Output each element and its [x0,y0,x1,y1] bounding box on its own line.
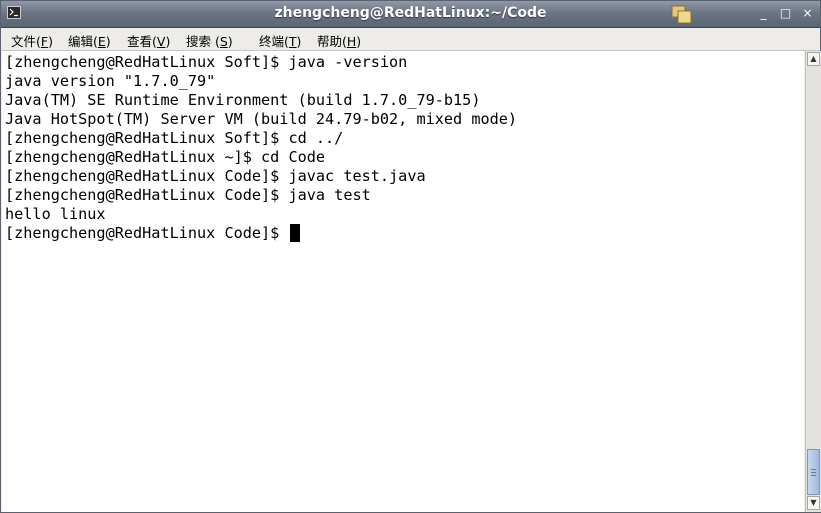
menu-edit[interactable]: 编辑(E) [68,31,111,50]
title-bar[interactable]: zhengcheng@RedHatLinux:~/Code _ □ × [1,1,820,28]
terminal-line: Java HotSpot(TM) Server VM (build 24.79-… [5,110,518,128]
window-list-icon [671,5,693,25]
terminal-output[interactable]: [zhengcheng@RedHatLinux Soft]$ java -ver… [2,51,804,512]
text-cursor [290,224,301,242]
menu-bar: 文件(F) 编辑(E) 查看(V) 搜索 (S) 终端(T) 帮助(H) [1,28,820,51]
terminal-line: [zhengcheng@RedHatLinux Soft]$ java -ver… [5,53,408,71]
menu-view[interactable]: 查看(V) [127,31,170,50]
terminal-line: [zhengcheng@RedHatLinux Code]$ java test [5,186,371,204]
scrollbar-thumb[interactable] [807,449,820,495]
menu-help[interactable]: 帮助(H) [317,31,361,50]
minimize-button[interactable]: _ [757,7,770,20]
terminal-line: Java(TM) SE Runtime Environment (build 1… [5,91,481,109]
terminal-window: zhengcheng@RedHatLinux:~/Code _ □ × 文件(F… [0,0,821,513]
terminal-line: java version "1.7.0_79" [5,72,216,90]
scroll-up-arrow-icon[interactable]: ▲ [807,52,820,66]
terminal-line: [zhengcheng@RedHatLinux ~]$ cd Code [5,148,326,166]
vertical-scrollbar[interactable]: ▲ ▼ [805,51,821,512]
menu-search[interactable]: 搜索 (S) [186,31,233,50]
terminal-prompt-line: [zhengcheng@RedHatLinux Code]$ [5,224,301,243]
menu-terminal[interactable]: 终端(T) [259,31,301,50]
close-button[interactable]: × [801,7,814,20]
window-title: zhengcheng@RedHatLinux:~/Code [274,5,547,21]
terminal-line: hello linux [5,205,106,223]
terminal-line: [zhengcheng@RedHatLinux Code]$ javac tes… [5,167,426,185]
menu-file[interactable]: 文件(F) [11,31,53,50]
shell-prompt: [zhengcheng@RedHatLinux Code]$ [5,224,289,242]
maximize-button[interactable]: □ [779,7,792,20]
scroll-down-arrow-icon[interactable]: ▼ [807,496,820,510]
terminal-line: [zhengcheng@RedHatLinux Soft]$ cd ../ [5,129,344,147]
